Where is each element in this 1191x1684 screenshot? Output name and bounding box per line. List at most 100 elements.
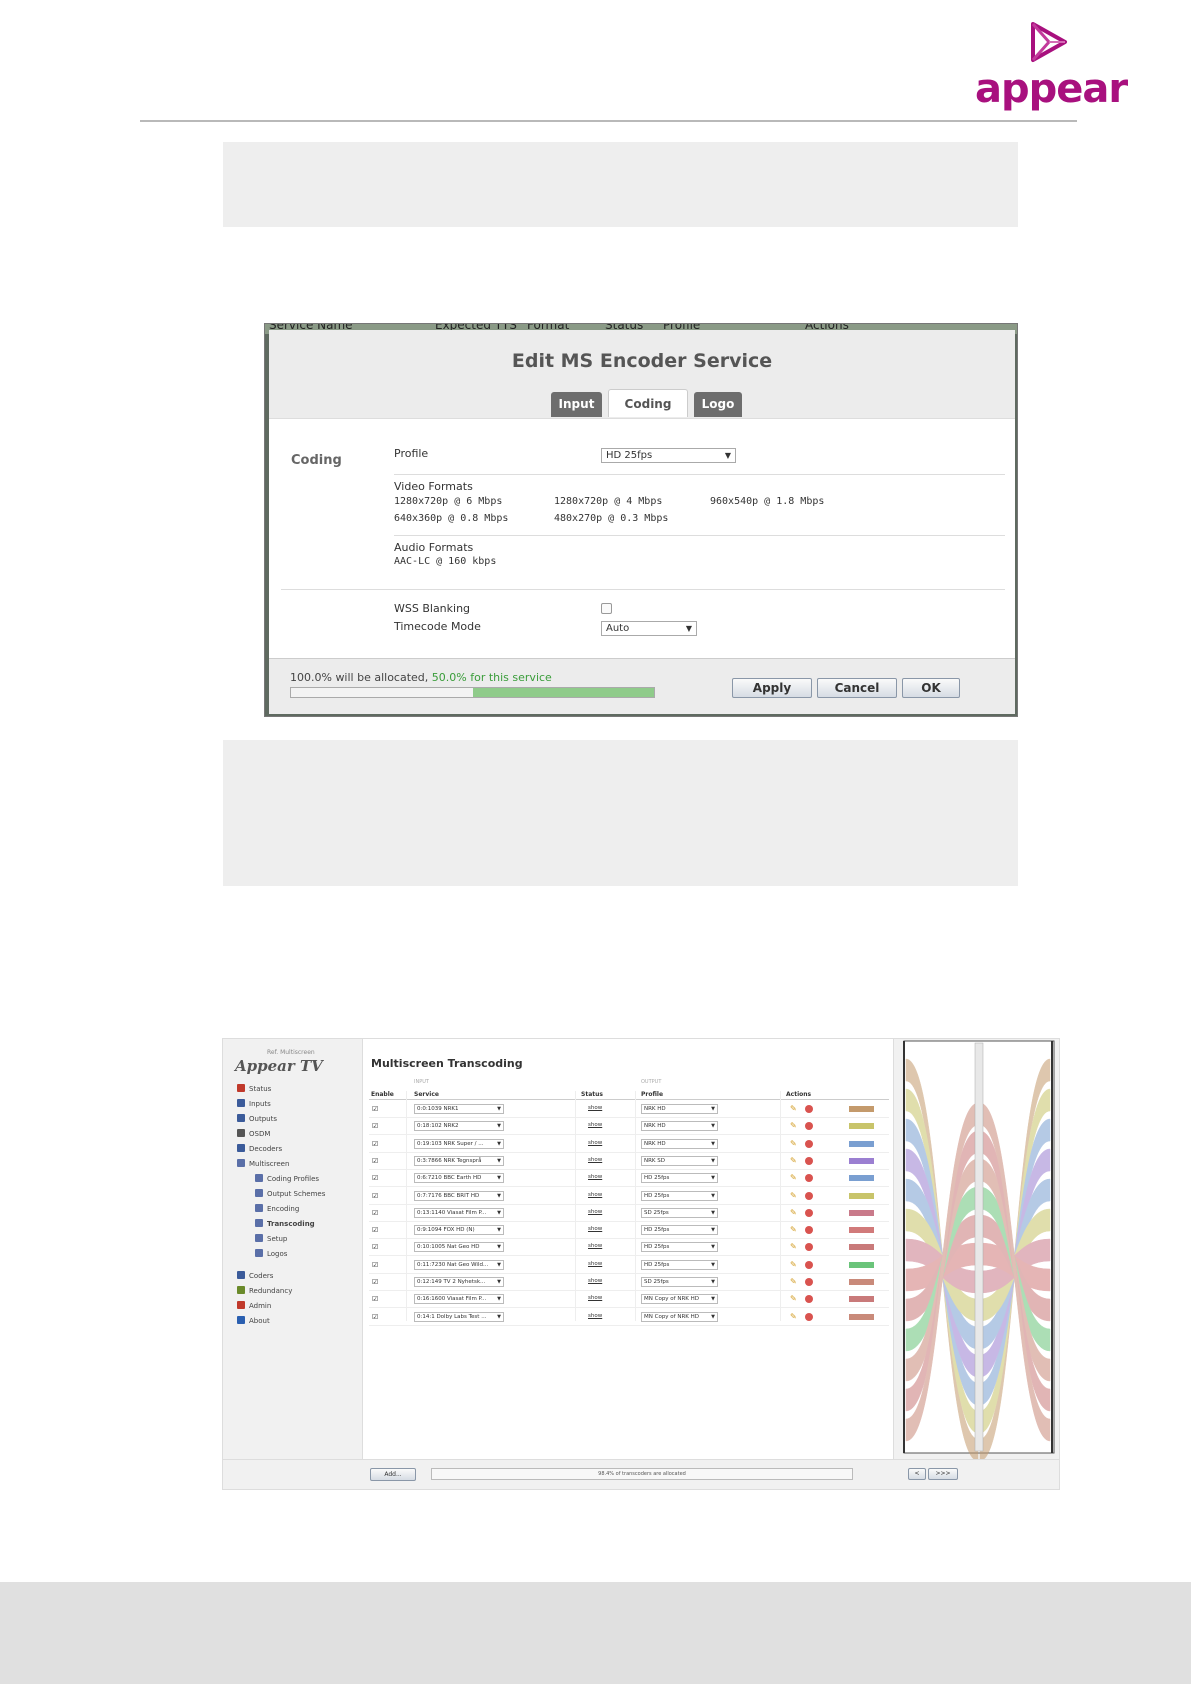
sidebar-item-transcoding[interactable]: Transcoding — [255, 1219, 315, 1228]
tab-input[interactable]: Input — [551, 392, 602, 417]
enable-checkbox[interactable]: ☑ — [372, 1174, 378, 1182]
enable-checkbox[interactable]: ☑ — [372, 1278, 378, 1286]
enable-checkbox[interactable]: ☑ — [372, 1105, 378, 1113]
status-show-link[interactable]: show — [588, 1157, 602, 1163]
edit-pencil-icon[interactable]: ✎ — [790, 1139, 797, 1148]
status-show-link[interactable]: show — [588, 1122, 602, 1128]
status-show-link[interactable]: show — [588, 1295, 602, 1301]
enable-checkbox[interactable]: ☑ — [372, 1140, 378, 1148]
sidebar-item-coding-profiles[interactable]: Coding Profiles — [255, 1174, 319, 1183]
sidebar-item-setup[interactable]: Setup — [255, 1234, 287, 1243]
prev-button[interactable]: < — [908, 1468, 926, 1480]
apply-button[interactable]: Apply — [732, 678, 812, 698]
edit-pencil-icon[interactable]: ✎ — [790, 1225, 797, 1234]
tab-coding[interactable]: Coding — [608, 389, 688, 417]
remove-icon[interactable] — [805, 1174, 813, 1183]
profile-select[interactable]: HD 25fps ▼ — [641, 1173, 718, 1184]
service-select[interactable]: 0:18:102 NRK2 ▼ — [414, 1121, 504, 1132]
remove-icon[interactable] — [805, 1156, 813, 1165]
edit-pencil-icon[interactable]: ✎ — [790, 1242, 797, 1251]
profile-select[interactable]: NRK SD ▼ — [641, 1155, 718, 1166]
profile-select[interactable]: NRK HD ▼ — [641, 1138, 718, 1149]
sidebar-item-outputs[interactable]: Outputs — [237, 1114, 277, 1123]
edit-pencil-icon[interactable]: ✎ — [790, 1294, 797, 1303]
edit-pencil-icon[interactable]: ✎ — [790, 1260, 797, 1269]
status-show-link[interactable]: show — [588, 1209, 602, 1215]
service-select[interactable]: 0:16:1600 Viasat Film P... ▼ — [414, 1294, 504, 1305]
sidebar-item-decoders[interactable]: Decoders — [237, 1144, 282, 1153]
sidebar-item-inputs[interactable]: Inputs — [237, 1099, 271, 1108]
sidebar-item-output-schemes[interactable]: Output Schemes — [255, 1189, 325, 1198]
remove-icon[interactable] — [805, 1122, 813, 1131]
enable-checkbox[interactable]: ☑ — [372, 1295, 378, 1303]
service-select[interactable]: 0:3:7866 NRK Tegnsprå ▼ — [414, 1155, 504, 1166]
service-select[interactable]: 0:11:7230 Nat Geo Wild... ▼ — [414, 1259, 504, 1270]
service-select[interactable]: 0:7:7176 BBC BRIT HD ▼ — [414, 1190, 504, 1201]
profile-select[interactable]: HD 25fps ▼ — [641, 1259, 718, 1270]
enable-checkbox[interactable]: ☑ — [372, 1209, 378, 1217]
tab-logo[interactable]: Logo — [694, 392, 742, 417]
service-select[interactable]: 0:12:149 TV 2 Nyhetsk... ▼ — [414, 1277, 504, 1287]
remove-icon[interactable] — [805, 1105, 813, 1113]
enable-checkbox[interactable]: ☑ — [372, 1122, 378, 1130]
status-show-link[interactable]: show — [588, 1174, 602, 1180]
sidebar-item-redundancy[interactable]: Redundancy — [237, 1286, 292, 1295]
wss-blanking-checkbox[interactable] — [601, 603, 612, 614]
profile-select[interactable]: HD 25fps ▼ — [641, 1190, 718, 1201]
status-show-link[interactable]: show — [588, 1140, 602, 1146]
sidebar-item-osdm[interactable]: OSDM — [237, 1129, 270, 1138]
enable-checkbox[interactable]: ☑ — [372, 1157, 378, 1165]
status-show-link[interactable]: show — [588, 1192, 602, 1198]
remove-icon[interactable] — [805, 1278, 813, 1286]
cancel-button[interactable]: Cancel — [817, 678, 897, 698]
profile-select[interactable]: SD 25fps ▼ — [641, 1277, 718, 1287]
profile-select[interactable]: SD 25fps ▼ — [641, 1207, 718, 1218]
status-show-link[interactable]: show — [588, 1105, 602, 1111]
remove-icon[interactable] — [805, 1208, 813, 1217]
remove-icon[interactable] — [805, 1260, 813, 1269]
enable-checkbox[interactable]: ☑ — [372, 1192, 378, 1200]
remove-icon[interactable] — [805, 1139, 813, 1148]
edit-pencil-icon[interactable]: ✎ — [790, 1104, 797, 1113]
service-select[interactable]: 0:14:1 Dolby Labs Test ... ▼ — [414, 1311, 504, 1322]
service-select[interactable]: 0:13:1140 Viasat Film P... ▼ — [414, 1207, 504, 1218]
status-show-link[interactable]: show — [588, 1278, 602, 1284]
service-select[interactable]: 0:19:103 NRK Super / ... ▼ — [414, 1138, 504, 1149]
profile-select[interactable]: MN Copy of NRK HD ▼ — [641, 1294, 718, 1305]
profile-select[interactable]: HD 25fps ▼ — [641, 1225, 718, 1236]
sidebar-item-logos[interactable]: Logos — [255, 1249, 287, 1258]
edit-pencil-icon[interactable]: ✎ — [790, 1208, 797, 1217]
service-select[interactable]: 0:0:1039 NRK1 ▼ — [414, 1104, 504, 1114]
sidebar-item-multiscreen[interactable]: Multiscreen — [237, 1159, 289, 1168]
service-select[interactable]: 0:9:1094 FOX HD (N) ▼ — [414, 1225, 504, 1236]
profile-select[interactable]: HD 25fps ▼ — [641, 1242, 718, 1253]
remove-icon[interactable] — [805, 1226, 813, 1235]
profile-select[interactable]: NRK HD ▼ — [641, 1104, 718, 1114]
edit-pencil-icon[interactable]: ✎ — [790, 1191, 797, 1200]
enable-checkbox[interactable]: ☑ — [372, 1261, 378, 1269]
edit-pencil-icon[interactable]: ✎ — [790, 1121, 797, 1130]
timecode-mode-select[interactable]: Auto ▼ — [601, 621, 697, 636]
sidebar-item-coders[interactable]: Coders — [237, 1271, 273, 1280]
remove-icon[interactable] — [805, 1191, 813, 1200]
profile-select[interactable]: MN Copy of NRK HD ▼ — [641, 1311, 718, 1322]
status-show-link[interactable]: show — [588, 1243, 602, 1249]
status-show-link[interactable]: show — [588, 1313, 602, 1319]
sidebar-item-status[interactable]: Status — [237, 1084, 271, 1093]
sidebar-item-admin[interactable]: Admin — [237, 1301, 271, 1310]
add-button[interactable]: Add... — [370, 1468, 416, 1481]
edit-pencil-icon[interactable]: ✎ — [790, 1312, 797, 1321]
remove-icon[interactable] — [805, 1312, 813, 1321]
enable-checkbox[interactable]: ☑ — [372, 1226, 378, 1234]
status-show-link[interactable]: show — [588, 1261, 602, 1267]
edit-pencil-icon[interactable]: ✎ — [790, 1156, 797, 1165]
enable-checkbox[interactable]: ☑ — [372, 1243, 378, 1251]
service-select[interactable]: 0:6:7210 BBC Earth HD ▼ — [414, 1173, 504, 1184]
profile-select[interactable]: NRK HD ▼ — [641, 1121, 718, 1132]
next-button[interactable]: >>> — [928, 1468, 958, 1480]
profile-select[interactable]: HD 25fps ▼ — [601, 448, 736, 463]
remove-icon[interactable] — [805, 1295, 813, 1304]
edit-pencil-icon[interactable]: ✎ — [790, 1173, 797, 1182]
service-select[interactable]: 0:10:1005 Nat Geo HD ▼ — [414, 1242, 504, 1253]
sidebar-item-about[interactable]: About — [237, 1316, 270, 1325]
